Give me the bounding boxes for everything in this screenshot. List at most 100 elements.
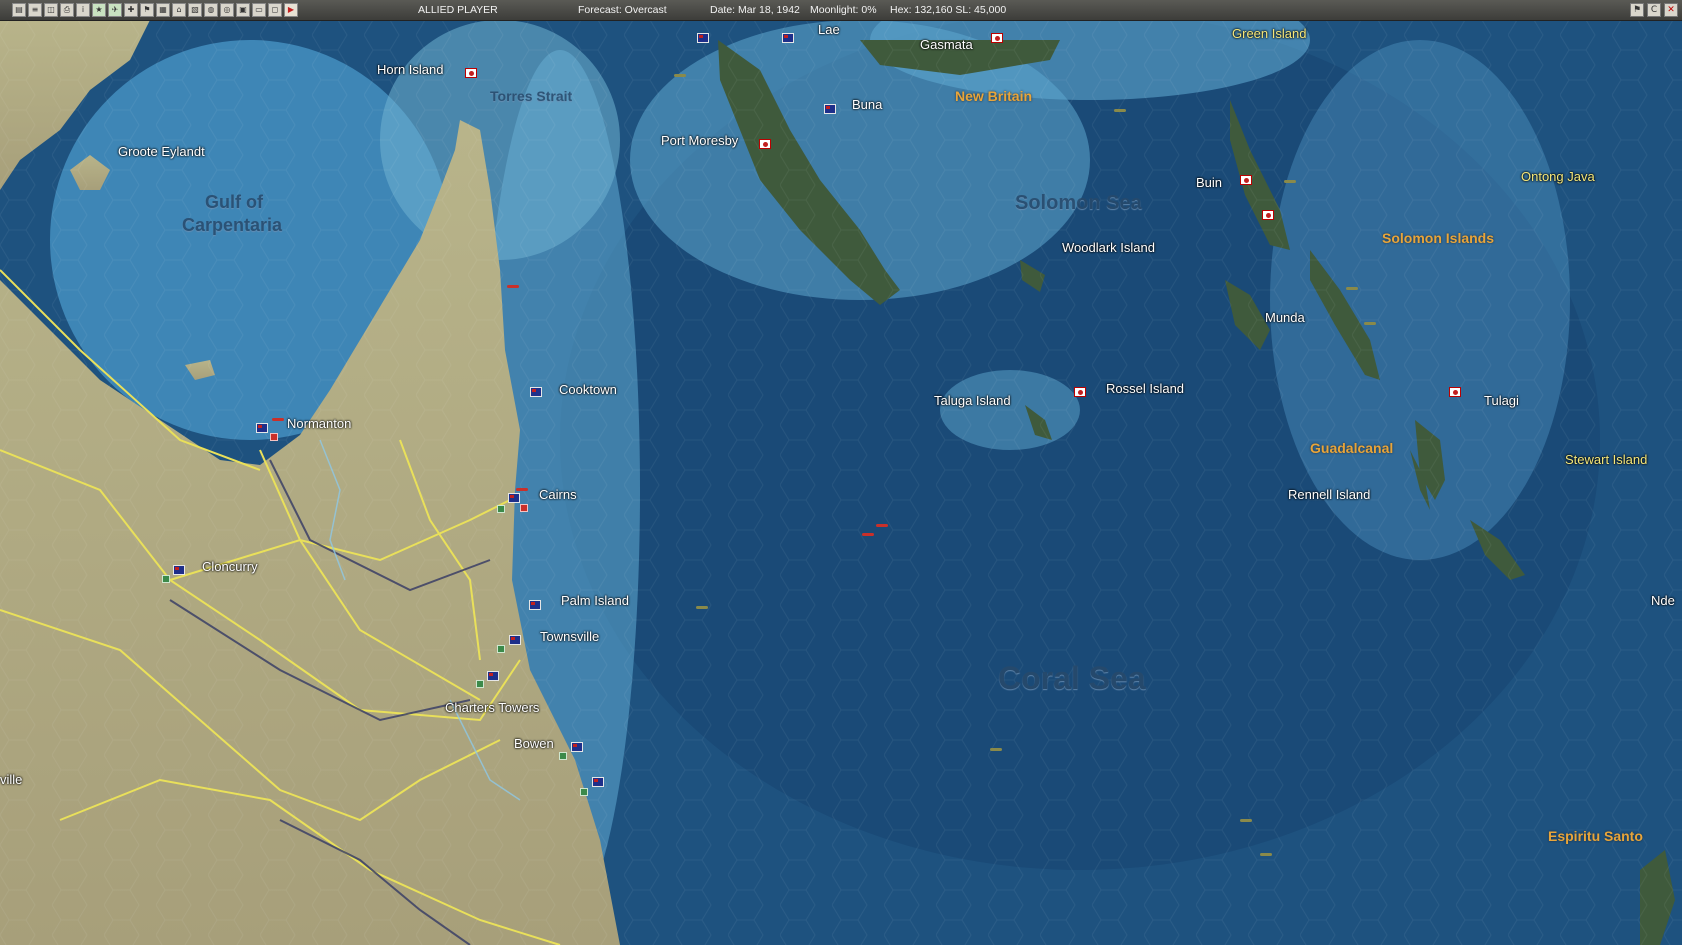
enemy-task-force-icon[interactable] (507, 285, 519, 288)
intel-icon[interactable]: ◫ (44, 3, 58, 17)
allied-base-marker[interactable] (508, 493, 520, 503)
place-taluga-island[interactable]: Taluga Island (934, 393, 1011, 408)
place-munda[interactable]: Munda (1265, 310, 1305, 325)
window-icon[interactable]: ◻ (268, 3, 282, 17)
airfield-marker[interactable] (497, 505, 505, 513)
place-port-moresby[interactable]: Port Moresby (661, 133, 738, 148)
airfield-marker[interactable] (559, 752, 567, 760)
region-new-britain: New Britain (955, 88, 1033, 104)
enemy-task-force-icon[interactable] (876, 524, 888, 527)
place-rennell-island[interactable]: Rennell Island (1288, 487, 1370, 502)
place-noumea-partial[interactable]: Nde (1651, 593, 1675, 608)
allied-base-marker[interactable] (509, 635, 521, 645)
airfield-marker[interactable] (497, 645, 505, 653)
airfield-marker[interactable] (580, 788, 588, 796)
info-icon[interactable]: i (76, 3, 90, 17)
place-groote-eylandt[interactable]: Groote Eylandt (118, 144, 205, 159)
map-terrain (0, 20, 1682, 945)
japanese-base-marker[interactable] (1240, 175, 1252, 185)
place-gasmata[interactable]: Gasmata (920, 37, 973, 52)
gulf-of-carpentaria-label-line2: Carpentaria (182, 215, 283, 235)
japanese-base-marker[interactable] (1074, 387, 1086, 397)
report-icon[interactable]: ▤ (12, 3, 26, 17)
allied-base-marker[interactable] (256, 423, 268, 433)
flag-toggle-icon[interactable]: ⚑ (1630, 3, 1644, 17)
place-cloncurry[interactable]: Cloncurry (202, 559, 258, 574)
japanese-base-marker[interactable] (465, 68, 477, 78)
place-green-island[interactable]: Green Island (1232, 26, 1306, 41)
screen-icon[interactable]: ▭ (252, 3, 266, 17)
enemy-task-force-icon[interactable] (862, 533, 874, 536)
allied-base-marker[interactable] (487, 671, 499, 681)
place-bowen[interactable]: Bowen (514, 736, 554, 751)
map-icon[interactable]: ▧ (188, 3, 202, 17)
hq-icon[interactable]: ⌂ (172, 3, 186, 17)
task-force-icon[interactable] (1284, 180, 1296, 183)
place-ville-partial[interactable]: ville (0, 772, 22, 787)
plus-icon[interactable]: ✚ (124, 3, 138, 17)
place-cooktown[interactable]: Cooktown (559, 382, 617, 397)
port-marker[interactable] (270, 433, 278, 441)
close-button[interactable]: ✕ (1664, 3, 1678, 17)
place-ontong-java[interactable]: Ontong Java (1521, 169, 1595, 184)
place-cairns[interactable]: Cairns (539, 487, 577, 502)
air-icon[interactable]: ✈ (108, 3, 122, 17)
japanese-base-marker[interactable] (759, 139, 771, 149)
chart-icon[interactable]: ▦ (156, 3, 170, 17)
airfield-marker[interactable] (476, 680, 484, 688)
restore-button[interactable]: C (1647, 3, 1661, 17)
globe-icon[interactable]: ◍ (204, 3, 218, 17)
allied-base-marker[interactable] (824, 104, 836, 114)
airfield-marker[interactable] (162, 575, 170, 583)
task-force-icon[interactable] (990, 748, 1002, 751)
db-icon[interactable]: ▣ (236, 3, 250, 17)
place-stewart-island[interactable]: Stewart Island (1565, 452, 1647, 467)
task-force-icon[interactable] (1240, 819, 1252, 822)
task-force-icon[interactable] (1346, 287, 1358, 290)
place-townsville[interactable]: Townsville (540, 629, 599, 644)
task-force-icon[interactable] (1114, 109, 1126, 112)
allied-base-marker[interactable] (571, 742, 583, 752)
place-palm-island[interactable]: Palm Island (561, 593, 629, 608)
allied-base-marker[interactable] (173, 565, 185, 575)
allied-base-marker[interactable] (530, 387, 542, 397)
allied-base-marker[interactable] (592, 777, 604, 787)
allied-base-marker[interactable] (697, 33, 709, 43)
japanese-base-marker[interactable] (991, 33, 1003, 43)
port-marker[interactable] (520, 504, 528, 512)
place-rossel-island[interactable]: Rossel Island (1106, 381, 1184, 396)
moonlight-level: Moonlight: 0% (810, 4, 877, 16)
task-force-icon[interactable] (1364, 322, 1376, 325)
place-lae[interactable]: Lae (818, 22, 840, 37)
place-horn-island[interactable]: Horn Island (377, 62, 443, 77)
strategic-map[interactable]: Coral Sea Solomon Sea Gulf of Carpentari… (0, 20, 1682, 945)
list-icon[interactable]: ≡ (28, 3, 42, 17)
enemy-task-force-icon[interactable] (516, 488, 528, 491)
japanese-base-marker[interactable] (1262, 210, 1274, 220)
place-buin[interactable]: Buin (1196, 175, 1222, 190)
place-normanton[interactable]: Normanton (287, 416, 351, 431)
solomon-sea-label: Solomon Sea (1015, 192, 1142, 214)
region-guadalcanal: Guadalcanal (1310, 440, 1394, 456)
task-force-icon[interactable] (696, 606, 708, 609)
place-charters-towers[interactable]: Charters Towers (445, 700, 539, 715)
place-tulagi[interactable]: Tulagi (1484, 393, 1519, 408)
allied-base-marker[interactable] (782, 33, 794, 43)
enemy-task-force-icon[interactable] (272, 418, 284, 421)
printer-icon[interactable]: ⎙ (60, 3, 74, 17)
flag-icon[interactable]: ⚑ (140, 3, 154, 17)
end-turn-play-icon[interactable]: ▶ (284, 3, 298, 17)
place-woodlark-island[interactable]: Woodlark Island (1062, 240, 1155, 255)
task-force-icon[interactable] (674, 74, 686, 77)
allied-base-marker[interactable] (529, 600, 541, 610)
game-date: Date: Mar 18, 1942 (710, 4, 800, 16)
window-controls: ⚑ C ✕ (1630, 3, 1678, 17)
task-force-icon[interactable] (1260, 853, 1272, 856)
japanese-base-marker[interactable] (1449, 387, 1461, 397)
op-icon[interactable]: ◎ (220, 3, 234, 17)
top-toolbar: ▤ ≡ ◫ ⎙ i ★ ✈ ✚ ⚑ ▦ ⌂ ▧ ◍ ◎ ▣ ▭ ◻ ▶ ALLI… (0, 0, 1682, 21)
place-buna[interactable]: Buna (852, 97, 882, 112)
gulf-of-carpentaria-label-line1: Gulf of (205, 192, 263, 212)
hex-coordinates: Hex: 132,160 SL: 45,000 (890, 4, 1007, 16)
star-icon[interactable]: ★ (92, 3, 106, 17)
